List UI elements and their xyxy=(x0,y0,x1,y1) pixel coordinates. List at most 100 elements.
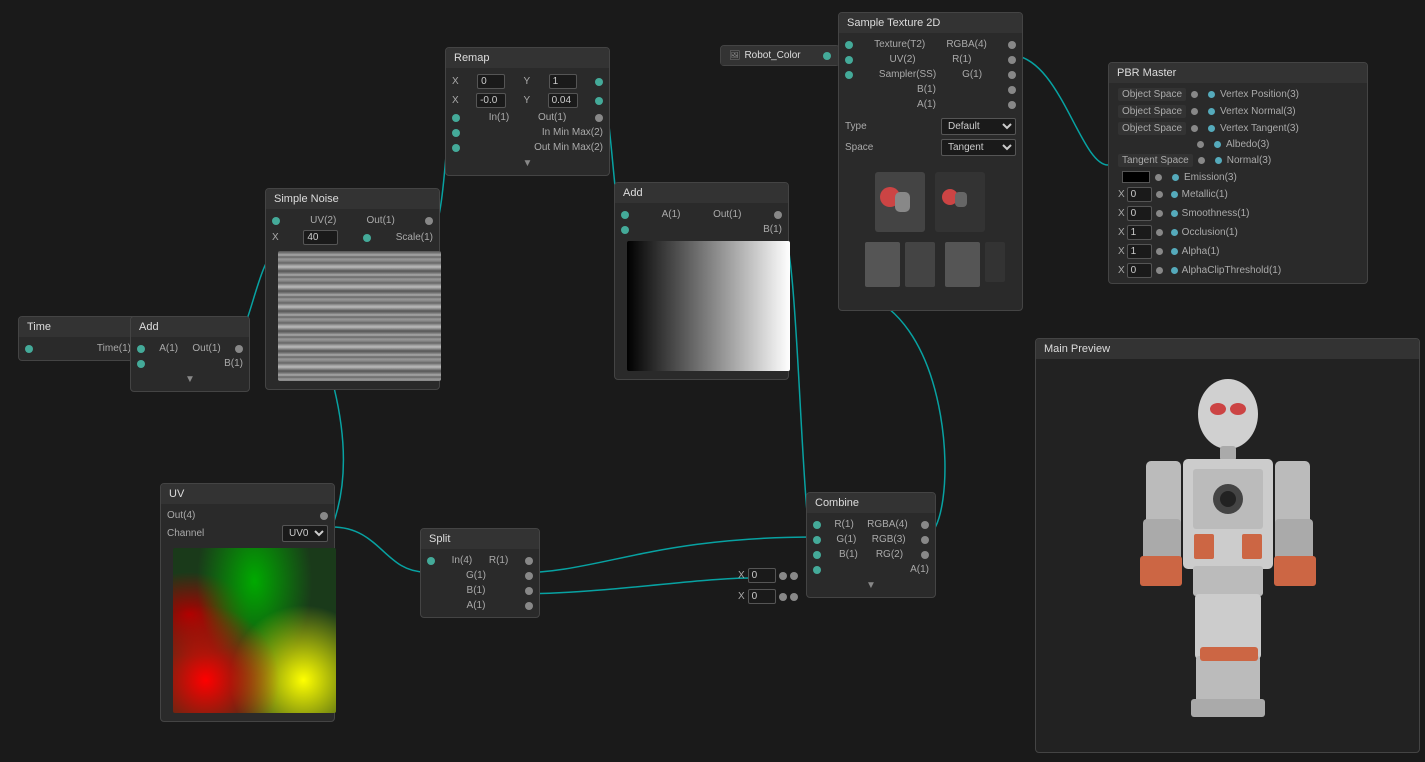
pbr-occlusion-input[interactable] xyxy=(1127,225,1152,240)
pbr-alpha-input[interactable] xyxy=(1127,244,1152,259)
add1-expand[interactable]: ▼ xyxy=(185,374,195,385)
combine-x2-port[interactable] xyxy=(779,593,787,601)
remap-y1-input[interactable] xyxy=(549,74,577,89)
robot-color-out-port[interactable] xyxy=(823,52,831,60)
tex-texture-port[interactable] xyxy=(845,41,853,49)
pbr-occlusion-port-out[interactable] xyxy=(1171,229,1178,236)
tex-type-label: Type xyxy=(845,121,867,132)
add2-b-port[interactable] xyxy=(621,226,629,234)
add2-out-port[interactable] xyxy=(774,211,782,219)
pbr-albedo-port-out[interactable] xyxy=(1214,141,1221,148)
noise-scale-port[interactable] xyxy=(363,234,371,242)
pbr-alpha-port-out[interactable] xyxy=(1171,248,1178,255)
time-out-port[interactable] xyxy=(25,345,33,353)
split-g-label: G(1) xyxy=(466,570,486,581)
combine-b-port[interactable] xyxy=(813,551,821,559)
noise-scale-input[interactable]: 40 xyxy=(303,230,338,245)
uv-node: UV Out(4) Channel UV0 xyxy=(160,483,335,722)
tex-sampler-label: Sampler(SS) xyxy=(879,69,936,80)
combine-rgba-port[interactable] xyxy=(921,521,929,529)
combine-x1-port2[interactable] xyxy=(790,572,798,580)
split-r-port[interactable] xyxy=(525,557,533,565)
pbr-vtang-port-out[interactable] xyxy=(1208,125,1215,132)
combine-r-port[interactable] xyxy=(813,521,821,529)
combine-rg-port[interactable] xyxy=(921,551,929,559)
split-g-port[interactable] xyxy=(525,572,533,580)
pbr-smooth-input[interactable] xyxy=(1127,206,1152,221)
pbr-emission-port-out[interactable] xyxy=(1172,174,1179,181)
uv-out-port[interactable] xyxy=(320,512,328,520)
pbr-normal-port-out[interactable] xyxy=(1215,157,1222,164)
tex-g-port[interactable] xyxy=(1008,71,1016,79)
tex-type-select[interactable]: Default xyxy=(941,118,1016,135)
tex-r-port[interactable] xyxy=(1008,56,1016,64)
remap-expand[interactable]: ▼ xyxy=(523,158,533,169)
add1-out-port[interactable] xyxy=(235,345,243,353)
noise-uv-label: UV(2) xyxy=(310,215,336,226)
pbr-vpos-port-in[interactable] xyxy=(1191,91,1198,98)
uv-title: UV xyxy=(169,488,184,500)
pbr-master-header: PBR Master xyxy=(1109,63,1367,83)
add1-b-port[interactable] xyxy=(137,360,145,368)
split-in-port[interactable] xyxy=(427,557,435,565)
tex-rgba-label: RGBA(4) xyxy=(946,39,987,50)
add-node-1-title: Add xyxy=(139,321,159,333)
remap-title: Remap xyxy=(454,52,489,64)
split-a-port[interactable] xyxy=(525,602,533,610)
remap-outminmax2-port[interactable] xyxy=(452,144,460,152)
combine-x1-port[interactable] xyxy=(779,572,787,580)
pbr-metallic-input[interactable] xyxy=(1127,187,1152,202)
combine-a-port[interactable] xyxy=(813,566,821,574)
tex-uv-port[interactable] xyxy=(845,56,853,64)
remap-inminmax2-label: In Min Max(2) xyxy=(542,127,603,138)
noise-out-port[interactable] xyxy=(425,217,433,225)
pbr-alphaclip-port-out[interactable] xyxy=(1171,267,1178,274)
combine-x1-input[interactable] xyxy=(748,568,776,583)
pbr-occlusion-port-in[interactable] xyxy=(1156,229,1163,236)
tex-rgba-port[interactable] xyxy=(1008,41,1016,49)
combine-rgb-port[interactable] xyxy=(921,536,929,544)
tex-a-port[interactable] xyxy=(1008,101,1016,109)
combine-b-label: B(1) xyxy=(839,549,858,560)
tex-sampler-port[interactable] xyxy=(845,71,853,79)
pbr-smooth-port-in[interactable] xyxy=(1156,210,1163,217)
remap-y2-input[interactable] xyxy=(548,93,578,108)
tex-g-label: G(1) xyxy=(962,69,982,80)
combine-g-port[interactable] xyxy=(813,536,821,544)
remap-inminmax2-port[interactable] xyxy=(452,129,460,137)
pbr-normal-label: Normal(3) xyxy=(1227,155,1358,166)
pbr-vpos-port-out[interactable] xyxy=(1208,91,1215,98)
pbr-emission-port-in[interactable] xyxy=(1155,174,1162,181)
pbr-metallic-port-in[interactable] xyxy=(1156,191,1163,198)
main-preview-panel: Main Preview xyxy=(1035,338,1420,753)
combine-x2-input[interactable] xyxy=(748,589,776,604)
noise-uv-port[interactable] xyxy=(272,217,280,225)
uv-channel-select[interactable]: UV0 xyxy=(282,525,328,542)
remap-out-port[interactable] xyxy=(595,114,603,122)
tex-b-port[interactable] xyxy=(1008,86,1016,94)
remap-outminmax-port[interactable] xyxy=(595,97,603,105)
remap-inminmax-port[interactable] xyxy=(595,78,603,86)
pbr-vnorm-port-in[interactable] xyxy=(1191,108,1198,115)
pbr-alpha-port-in[interactable] xyxy=(1156,248,1163,255)
split-b-port[interactable] xyxy=(525,587,533,595)
remap-x1-input[interactable] xyxy=(477,74,505,89)
pbr-albedo-label: Albedo(3) xyxy=(1226,139,1358,150)
pbr-smooth-port-out[interactable] xyxy=(1171,210,1178,217)
pbr-emission-swatch[interactable] xyxy=(1122,171,1150,183)
remap-x2-input[interactable] xyxy=(476,93,506,108)
add1-a-port[interactable] xyxy=(137,345,145,353)
tex-space-select[interactable]: Tangent xyxy=(941,139,1016,156)
pbr-alphaclip-port-in[interactable] xyxy=(1156,267,1163,274)
pbr-vnorm-port-out[interactable] xyxy=(1208,108,1215,115)
tex-preview xyxy=(845,162,1020,302)
combine-expand[interactable]: ▼ xyxy=(866,580,876,591)
pbr-vtang-port-in[interactable] xyxy=(1191,125,1198,132)
pbr-alphaclip-input[interactable] xyxy=(1127,263,1152,278)
pbr-metallic-port-out[interactable] xyxy=(1171,191,1178,198)
pbr-albedo-port-in[interactable] xyxy=(1197,141,1204,148)
pbr-normal-port-in[interactable] xyxy=(1198,157,1205,164)
remap-in-port[interactable] xyxy=(452,114,460,122)
combine-x2-port2[interactable] xyxy=(790,593,798,601)
add2-a-port[interactable] xyxy=(621,211,629,219)
